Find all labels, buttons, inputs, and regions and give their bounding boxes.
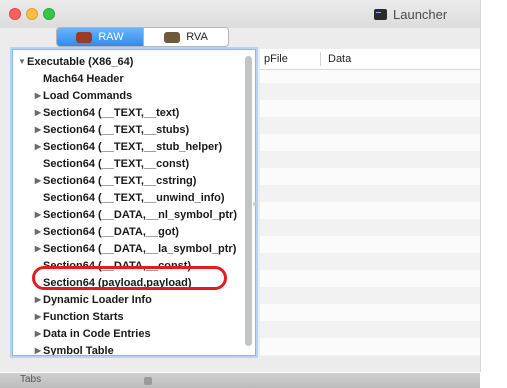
tree-item-label: Section64 (__TEXT,__stubs) [43, 123, 190, 136]
tree-item-data-in-code-entries[interactable]: ▶ Data in Code Entries [33, 325, 255, 342]
column-header-pfile[interactable]: pFile [264, 53, 288, 65]
tree-item-label: Section64 (__TEXT,__text) [43, 106, 180, 119]
disclosure-collapsed-icon[interactable]: ▶ [33, 125, 43, 134]
tree-item-section-text-stubs[interactable]: ▶ Section64 (__TEXT,__stubs) [33, 121, 255, 138]
payload-highlight-annotation [32, 266, 227, 290]
bottom-tab[interactable]: Tabs [20, 374, 41, 385]
data-table[interactable]: pFile Data [260, 49, 480, 356]
minimize-window-button[interactable] [26, 8, 38, 20]
tree-item-section-text-cstring[interactable]: ▶ Section64 (__TEXT,__cstring) [33, 172, 255, 189]
tree-item-label: Section64 (__DATA,__got) [43, 225, 179, 238]
tree-item-label: Section64 (__TEXT,__const) [43, 157, 190, 170]
tree-item-section-text-stub-helper[interactable]: ▶ Section64 (__TEXT,__stub_helper) [33, 138, 255, 155]
tree-item-function-starts[interactable]: ▶ Function Starts [33, 308, 255, 325]
view-mode-segmented-control[interactable]: RAW RVA [56, 27, 229, 47]
tree-item-label: Symbol Table [43, 344, 114, 356]
structure-tree[interactable]: ▼ Executable (X86_64) Mach64 Header ▶ Lo… [12, 49, 256, 356]
tree-item-section-data-la-symbol-ptr[interactable]: ▶ Section64 (__DATA,__la_symbol_ptr) [33, 240, 255, 257]
launcher-window: Launcher RAW RVA ▼ Executable (X86_64) M… [0, 0, 481, 372]
tree-item-label: Load Commands [43, 89, 133, 102]
raw-file-icon [76, 31, 93, 43]
raw-mode-button[interactable]: RAW [57, 28, 143, 46]
terminal-app-icon [374, 8, 387, 20]
tree-item-section-text-text[interactable]: ▶ Section64 (__TEXT,__text) [33, 104, 255, 121]
disclosure-collapsed-icon[interactable]: ▶ [33, 142, 43, 151]
tree-item-section-data-got[interactable]: ▶ Section64 (__DATA,__got) [33, 223, 255, 240]
tree-item-section-text-unwind-info[interactable]: Section64 (__TEXT,__unwind_info) [43, 189, 255, 206]
tree-item-label: Mach64 Header [43, 72, 124, 85]
window-title-text: Launcher [393, 6, 448, 22]
close-window-button[interactable] [9, 8, 21, 20]
rva-file-icon [164, 31, 181, 43]
column-header-data[interactable]: Data [328, 53, 351, 65]
bottom-strip-handle[interactable] [144, 377, 152, 385]
splitter-handle[interactable] [253, 202, 257, 206]
tree-item-label: Section64 (__TEXT,__unwind_info) [43, 191, 225, 204]
tree-item-mach64-header[interactable]: Mach64 Header [43, 70, 255, 87]
disclosure-collapsed-icon[interactable]: ▶ [33, 295, 43, 304]
tree-item-label: Executable (X86_64) [27, 55, 134, 68]
tree-item-dynamic-loader-info[interactable]: ▶ Dynamic Loader Info [33, 291, 255, 308]
tree-item-label: Section64 (__TEXT,__cstring) [43, 174, 197, 187]
status-bar [12, 358, 480, 372]
tree-item-label: Section64 (__DATA,__la_symbol_ptr) [43, 242, 237, 255]
disclosure-collapsed-icon[interactable]: ▶ [33, 210, 43, 219]
tree-item-label: Data in Code Entries [43, 327, 151, 340]
table-header: pFile Data [260, 49, 480, 70]
bottom-tab-strip [0, 373, 480, 388]
raw-mode-label: RAW [98, 31, 124, 43]
tree-scrollbar[interactable] [245, 56, 252, 346]
tree-item-section-data-nl-symbol-ptr[interactable]: ▶ Section64 (__DATA,__nl_symbol_ptr) [33, 206, 255, 223]
disclosure-collapsed-icon[interactable]: ▶ [33, 244, 43, 253]
disclosure-collapsed-icon[interactable]: ▶ [33, 108, 43, 117]
rva-mode-label: RVA [186, 31, 208, 43]
disclosure-collapsed-icon[interactable]: ▶ [33, 346, 43, 355]
tree-item-section-text-const[interactable]: Section64 (__TEXT,__const) [43, 155, 255, 172]
tree-item-load-commands[interactable]: ▶ Load Commands [33, 87, 255, 104]
disclosure-collapsed-icon[interactable]: ▶ [33, 176, 43, 185]
disclosure-collapsed-icon[interactable]: ▶ [33, 227, 43, 236]
column-divider[interactable] [320, 52, 321, 66]
disclosure-collapsed-icon[interactable]: ▶ [33, 329, 43, 338]
tree-item-label: Dynamic Loader Info [43, 293, 152, 306]
tree-item-label: Function Starts [43, 310, 124, 323]
title-bar: Launcher [0, 0, 480, 28]
disclosure-collapsed-icon[interactable]: ▶ [33, 91, 43, 100]
disclosure-collapsed-icon[interactable]: ▶ [33, 312, 43, 321]
zoom-window-button[interactable] [43, 8, 55, 20]
tree-item-symbol-table[interactable]: ▶ Symbol Table [33, 342, 255, 356]
tree-item-label: Section64 (__DATA,__nl_symbol_ptr) [43, 208, 237, 221]
tree-item-executable[interactable]: ▼ Executable (X86_64) [17, 53, 245, 70]
tree-item-label: Section64 (__TEXT,__stub_helper) [43, 140, 223, 153]
window-title: Launcher [374, 5, 447, 23]
disclosure-expanded-icon[interactable]: ▼ [17, 57, 27, 66]
rva-mode-button[interactable]: RVA [143, 28, 228, 46]
